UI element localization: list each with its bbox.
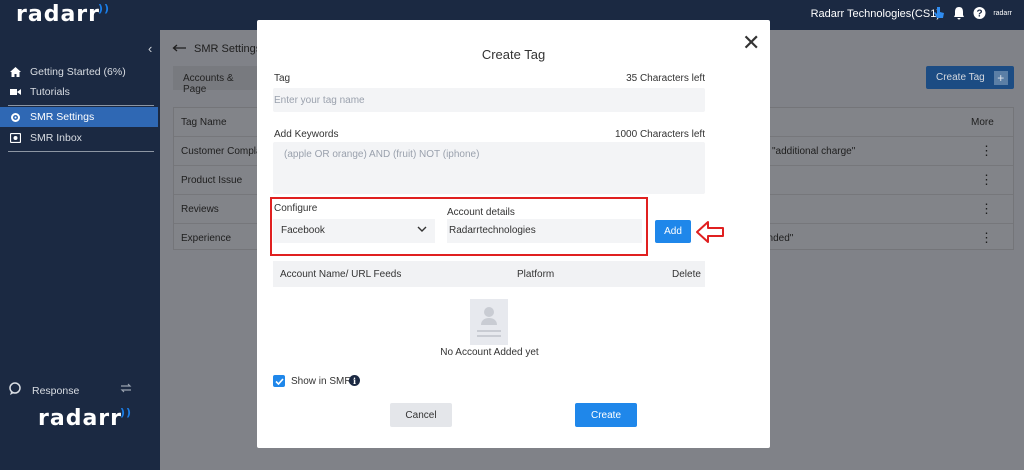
sidebar: ‹ Getting Started (6%) Tutorials SMR Set… xyxy=(0,30,160,470)
keywords-placeholder: (apple OR orange) AND (fruit) NOT (iphon… xyxy=(284,149,480,160)
collapse-sidebar-icon[interactable]: ‹ xyxy=(148,41,152,56)
tag-name-cell: Customer Compla xyxy=(181,146,262,157)
create-button[interactable]: Create xyxy=(575,403,637,427)
divider xyxy=(8,105,154,106)
tag-name-cell: Reviews xyxy=(181,204,219,215)
sidebar-brand-logo: radarr)) xyxy=(38,406,133,431)
account-details-value: Radarrtechnologies xyxy=(449,225,536,236)
organization-name[interactable]: Radarr Technologies(CS1) xyxy=(811,8,940,20)
column-header-account: Account Name/ URL Feeds xyxy=(280,269,402,280)
create-tag-button[interactable]: Create Tag + xyxy=(926,66,1014,89)
empty-state-icon xyxy=(470,299,508,345)
chat-icon xyxy=(8,382,22,399)
home-icon xyxy=(0,67,30,77)
empty-state-text: No Account Added yet xyxy=(440,347,539,358)
bell-icon[interactable] xyxy=(953,6,965,20)
accounts-table-header: Account Name/ URL Feeds Platform Delete xyxy=(273,261,705,287)
tab-accounts-pages[interactable]: Accounts & Page xyxy=(173,66,263,95)
gear-icon xyxy=(0,112,30,123)
swap-icon[interactable] xyxy=(120,383,132,396)
response-label: Response xyxy=(32,384,80,397)
column-header-tag-name: Tag Name xyxy=(181,117,227,128)
help-icon[interactable]: ? xyxy=(973,6,986,20)
inbox-icon xyxy=(0,133,30,143)
column-header-more: More xyxy=(971,117,994,128)
top-icons: ? radarr xyxy=(933,6,1012,20)
response-toggle[interactable]: Response xyxy=(8,382,132,399)
configure-value: Facebook xyxy=(281,225,325,236)
create-tag-label: Create Tag xyxy=(936,72,985,83)
brand-logo[interactable]: radarr)) xyxy=(16,2,110,27)
svg-text:?: ? xyxy=(977,9,983,20)
back-navigation[interactable]: SMR Settings xyxy=(172,43,261,55)
account-details-label: Account details xyxy=(447,207,515,218)
hand-pointer-icon[interactable] xyxy=(933,6,945,20)
info-icon[interactable]: i xyxy=(349,375,360,386)
account-details-input[interactable]: Radarrtechnologies xyxy=(447,219,642,243)
sidebar-item-getting-started[interactable]: Getting Started (6%) xyxy=(0,62,158,82)
sidebar-item-smr-inbox[interactable]: SMR Inbox xyxy=(0,128,158,148)
tag-name-cell: Product Issue xyxy=(181,175,243,186)
keywords-textarea[interactable]: (apple OR orange) AND (fruit) NOT (iphon… xyxy=(273,142,705,194)
tag-name-placeholder: Enter your tag name xyxy=(274,95,365,106)
more-options-icon[interactable]: ⋮ xyxy=(980,173,993,186)
divider xyxy=(8,151,154,152)
add-account-button[interactable]: Add xyxy=(655,220,691,243)
create-tag-modal: Create Tag ✕ Tag 35 Characters left Ente… xyxy=(257,20,770,448)
more-options-icon[interactable]: ⋮ xyxy=(980,231,993,244)
chevron-down-icon xyxy=(417,225,427,236)
page-title: SMR Settings xyxy=(194,43,262,55)
sidebar-item-tutorials[interactable]: Tutorials xyxy=(0,82,158,102)
show-in-smr-checkbox[interactable] xyxy=(273,375,285,387)
tag-name-cell: Experience xyxy=(181,233,232,244)
mini-brand-logo: radarr xyxy=(993,9,1012,17)
video-icon xyxy=(0,88,30,96)
sidebar-item-label: SMR Settings xyxy=(30,111,95,123)
sidebar-item-label: SMR Inbox xyxy=(30,132,82,144)
sidebar-item-label: Getting Started (6%) xyxy=(30,66,126,78)
more-options-icon[interactable]: ⋮ xyxy=(980,202,993,215)
plus-icon: + xyxy=(993,70,1008,85)
configure-label: Configure xyxy=(274,203,318,214)
check-icon xyxy=(274,377,284,385)
show-in-smr-label: Show in SMR xyxy=(291,376,352,387)
column-header-platform: Platform xyxy=(517,269,555,280)
tag-name-input[interactable]: Enter your tag name xyxy=(273,88,705,112)
configure-select[interactable]: Facebook xyxy=(273,219,435,243)
keywords-label: Add Keywords xyxy=(274,129,339,140)
sidebar-item-label: Tutorials xyxy=(30,86,70,98)
keywords-char-count: 1000 Characters left xyxy=(614,129,705,140)
left-arrow-annotation-icon xyxy=(695,220,725,247)
tag-label: Tag xyxy=(274,73,291,84)
column-header-delete: Delete xyxy=(672,269,701,280)
back-arrow-icon[interactable] xyxy=(172,43,186,55)
cancel-button[interactable]: Cancel xyxy=(390,403,452,427)
tag-char-count: 35 Characters left xyxy=(626,73,705,84)
keywords-cell: R "additional charge" xyxy=(762,146,856,157)
sidebar-item-smr-settings[interactable]: SMR Settings xyxy=(0,107,158,127)
modal-title: Create Tag xyxy=(481,47,546,62)
more-options-icon[interactable]: ⋮ xyxy=(980,144,993,157)
close-icon[interactable]: ✕ xyxy=(742,32,760,54)
